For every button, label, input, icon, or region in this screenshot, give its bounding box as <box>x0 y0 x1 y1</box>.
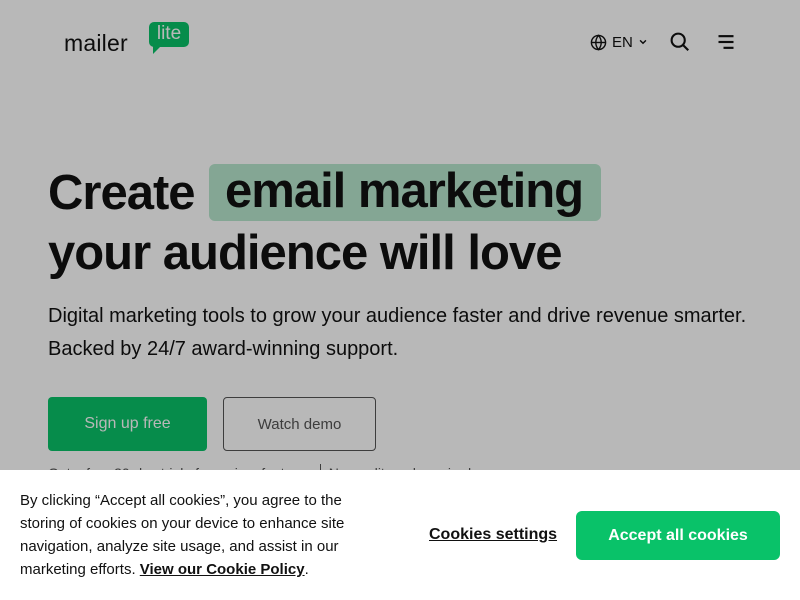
cookies-settings-link[interactable]: Cookies settings <box>429 526 557 544</box>
accept-all-cookies-button[interactable]: Accept all cookies <box>576 511 780 560</box>
cookie-message: By clicking “Accept all cookies”, you ag… <box>20 489 390 581</box>
cookie-policy-suffix: . <box>304 561 309 578</box>
landing-page: mailer lite EN Create email marketing yo… <box>0 0 800 600</box>
cookie-policy-link[interactable]: View our Cookie Policy <box>140 561 305 578</box>
